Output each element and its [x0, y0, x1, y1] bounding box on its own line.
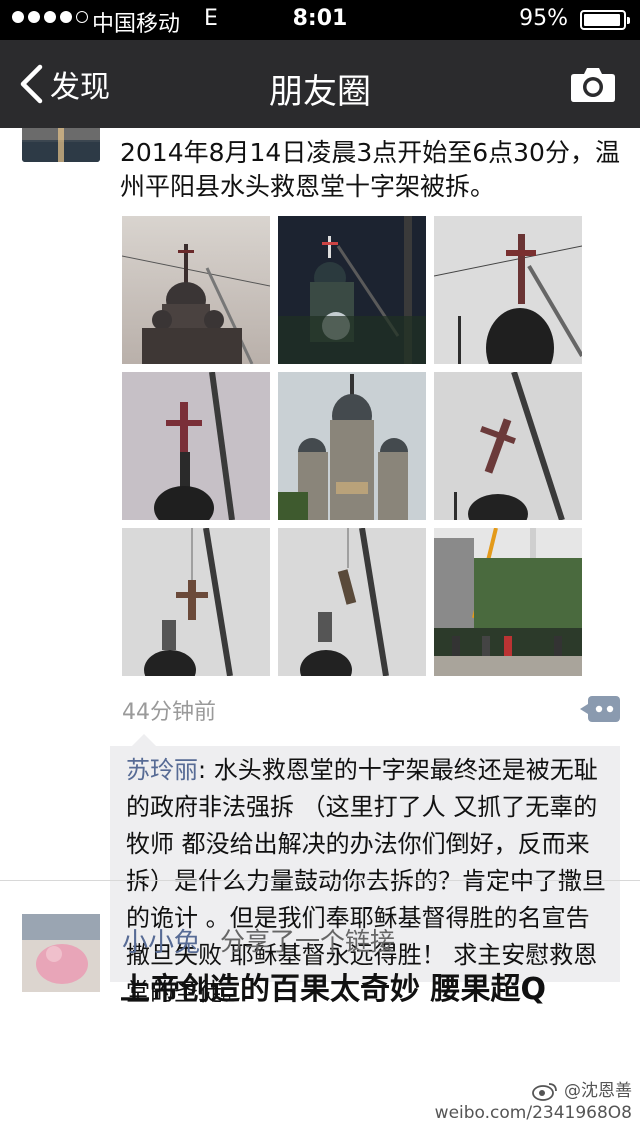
avatar[interactable] — [22, 128, 100, 162]
link-title[interactable]: 上帝创造的百果太奇妙 腰果超Q — [120, 964, 546, 1008]
weibo-logo-icon — [532, 1083, 557, 1101]
photo-cross-tilted[interactable] — [434, 372, 582, 520]
photo-church-day[interactable] — [278, 372, 426, 520]
post-timestamp: 44分钟前 — [122, 700, 216, 725]
status-bar: 中国移动 E 8:01 95% — [0, 0, 640, 40]
photo-dome-cross[interactable] — [434, 216, 582, 364]
post-text: 2014年8月14日凌晨3点开始至6点30分，温州平阳县水头救恩堂十字架被拆。 — [120, 138, 620, 201]
photo-church-night[interactable] — [278, 216, 426, 364]
photo-grid — [122, 216, 582, 676]
comment-author[interactable]: 苏玲丽 — [126, 756, 198, 784]
share-action-text: 分享了一个链接 — [220, 927, 396, 956]
weibo-watermark: @沈恩善 weibo.com/2341968O8 — [435, 1080, 632, 1124]
user-name[interactable]: 小小兔 — [122, 922, 200, 959]
watermark-handle: @沈恩善 — [564, 1081, 632, 1101]
nav-bar: 发现 朋友圈 — [0, 40, 640, 128]
photo-crowd-crane[interactable] — [434, 528, 582, 676]
watermark-url: weibo.com/2341968O8 — [434, 1103, 632, 1123]
battery-percent: 95% — [519, 6, 568, 31]
camera-icon[interactable] — [570, 65, 616, 103]
battery-icon — [580, 10, 630, 30]
photo-cross-hanging[interactable] — [122, 528, 270, 676]
comment-separator: : — [198, 756, 214, 784]
moment-post: 小小兔 分享了一个链接 上帝创造的百果太奇妙 腰果超Q @沈恩善 weibo.c… — [0, 880, 640, 1136]
photo-cross-lifting[interactable] — [122, 372, 270, 520]
photo-church-dusk[interactable] — [122, 216, 270, 364]
back-button[interactable]: 发现 — [18, 62, 110, 106]
back-label: 发现 — [50, 70, 110, 105]
avatar[interactable] — [22, 914, 100, 992]
photo-cross-lowered[interactable] — [278, 528, 426, 676]
comment-action-icon[interactable] — [580, 694, 622, 724]
chevron-left-icon — [20, 64, 43, 104]
